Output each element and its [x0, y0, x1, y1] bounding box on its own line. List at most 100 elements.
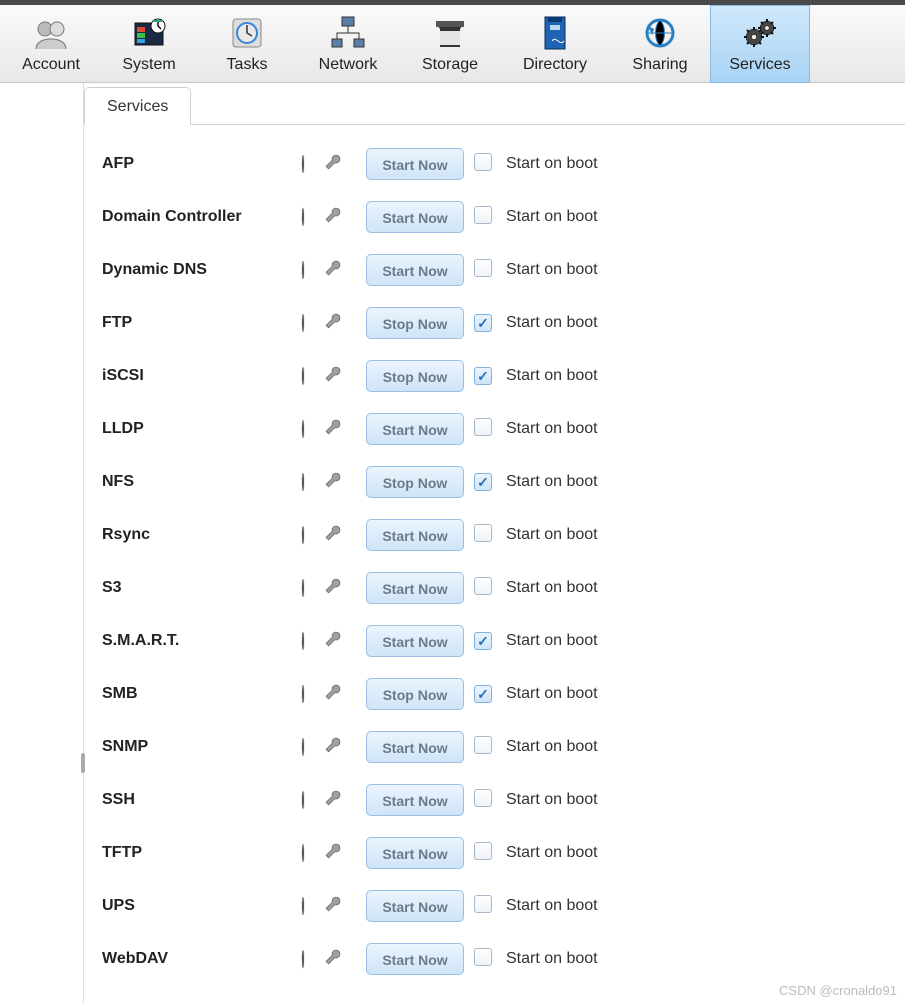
wrench-icon — [324, 630, 342, 648]
configure-button[interactable] — [324, 259, 346, 280]
service-row: S3 Start Now Start on boot — [102, 561, 903, 614]
start-now-button[interactable]: Start Now — [366, 625, 464, 657]
wrench-icon — [324, 683, 342, 701]
configure-button[interactable] — [324, 948, 346, 969]
configure-button[interactable] — [324, 789, 346, 810]
start-on-boot-label: Start on boot — [498, 526, 903, 544]
toolbar-item-sharing[interactable]: Sharing — [610, 5, 710, 83]
start-now-button[interactable]: Start Now — [366, 731, 464, 763]
start-on-boot-label: Start on boot — [498, 950, 903, 968]
toolbar-item-directory[interactable]: Directory — [500, 5, 610, 83]
start-on-boot-checkbox[interactable] — [474, 842, 492, 860]
configure-button[interactable] — [324, 418, 346, 439]
start-now-button[interactable]: Start Now — [366, 784, 464, 816]
configure-button[interactable] — [324, 630, 346, 651]
service-name: Dynamic DNS — [102, 261, 302, 279]
toolbar-item-network[interactable]: Network — [296, 5, 400, 83]
start-on-boot-checkbox[interactable] — [474, 632, 492, 650]
start-on-boot-checkbox[interactable] — [474, 948, 492, 966]
network-icon — [328, 13, 368, 53]
wrench-icon — [324, 789, 342, 807]
start-on-boot-checkbox[interactable] — [474, 259, 492, 277]
status-led — [302, 792, 324, 808]
configure-button[interactable] — [324, 842, 346, 863]
service-row: FTP Stop Now Start on boot — [102, 296, 903, 349]
start-now-button[interactable]: Start Now — [366, 254, 464, 286]
status-led — [302, 527, 324, 543]
configure-button[interactable] — [324, 683, 346, 704]
start-on-boot-checkbox[interactable] — [474, 418, 492, 436]
service-row: SSH Start Now Start on boot — [102, 773, 903, 826]
service-row: iSCSI Stop Now Start on boot — [102, 349, 903, 402]
toolbar-item-label: Services — [729, 56, 790, 74]
service-row: UPS Start Now Start on boot — [102, 879, 903, 932]
start-on-boot-checkbox[interactable] — [474, 685, 492, 703]
splitter-handle[interactable] — [81, 753, 85, 773]
configure-button[interactable] — [324, 895, 346, 916]
toolbar-item-system[interactable]: System — [100, 5, 198, 83]
status-led — [302, 739, 324, 755]
start-on-boot-checkbox[interactable] — [474, 206, 492, 224]
start-now-button[interactable]: Start Now — [366, 148, 464, 180]
configure-button[interactable] — [324, 365, 346, 386]
configure-button[interactable] — [324, 736, 346, 757]
service-name: SSH — [102, 791, 302, 809]
start-on-boot-checkbox[interactable] — [474, 577, 492, 595]
configure-button[interactable] — [324, 312, 346, 333]
toolbar-item-services[interactable]: Services — [710, 5, 810, 83]
toolbar-item-storage[interactable]: Storage — [400, 5, 500, 83]
status-led — [302, 209, 324, 225]
status-led — [302, 633, 324, 649]
service-name: iSCSI — [102, 367, 302, 385]
services-icon — [740, 13, 780, 53]
toolbar-item-label: Storage — [422, 56, 478, 74]
start-now-button[interactable]: Start Now — [366, 201, 464, 233]
stop-now-button[interactable]: Stop Now — [366, 360, 464, 392]
start-on-boot-checkbox[interactable] — [474, 524, 492, 542]
start-now-button[interactable]: Start Now — [366, 943, 464, 975]
start-on-boot-label: Start on boot — [498, 155, 903, 173]
stop-now-button[interactable]: Stop Now — [366, 678, 464, 710]
toolbar-item-tasks[interactable]: Tasks — [198, 5, 296, 83]
tab-services[interactable]: Services — [84, 87, 191, 125]
service-name: WebDAV — [102, 950, 302, 968]
start-on-boot-checkbox[interactable] — [474, 789, 492, 807]
status-led — [302, 951, 324, 967]
service-row: WebDAV Start Now Start on boot — [102, 932, 903, 985]
toolbar-item-label: System — [122, 56, 175, 74]
main-toolbar: Account System Tasks Network Storage Dir… — [0, 5, 905, 83]
wrench-icon — [324, 842, 342, 860]
toolbar-item-account[interactable]: Account — [2, 5, 100, 83]
stop-now-button[interactable]: Stop Now — [366, 307, 464, 339]
start-on-boot-checkbox[interactable] — [474, 895, 492, 913]
service-row: TFTP Start Now Start on boot — [102, 826, 903, 879]
start-on-boot-label: Start on boot — [498, 261, 903, 279]
start-on-boot-label: Start on boot — [498, 208, 903, 226]
start-on-boot-checkbox[interactable] — [474, 314, 492, 332]
start-on-boot-checkbox[interactable] — [474, 473, 492, 491]
configure-button[interactable] — [324, 524, 346, 545]
start-on-boot-label: Start on boot — [498, 791, 903, 809]
status-led — [302, 686, 324, 702]
start-on-boot-label: Start on boot — [498, 632, 903, 650]
start-on-boot-checkbox[interactable] — [474, 367, 492, 385]
start-now-button[interactable]: Start Now — [366, 413, 464, 445]
start-now-button[interactable]: Start Now — [366, 572, 464, 604]
wrench-icon — [324, 948, 342, 966]
configure-button[interactable] — [324, 471, 346, 492]
start-now-button[interactable]: Start Now — [366, 837, 464, 869]
service-name: TFTP — [102, 844, 302, 862]
start-now-button[interactable]: Start Now — [366, 890, 464, 922]
stop-now-button[interactable]: Stop Now — [366, 466, 464, 498]
toolbar-item-label: Network — [319, 56, 378, 74]
start-on-boot-checkbox[interactable] — [474, 736, 492, 754]
wrench-icon — [324, 577, 342, 595]
status-led — [302, 898, 324, 914]
start-now-button[interactable]: Start Now — [366, 519, 464, 551]
configure-button[interactable] — [324, 577, 346, 598]
service-name: UPS — [102, 897, 302, 915]
configure-button[interactable] — [324, 153, 346, 174]
configure-button[interactable] — [324, 206, 346, 227]
wrench-icon — [324, 206, 342, 224]
start-on-boot-checkbox[interactable] — [474, 153, 492, 171]
